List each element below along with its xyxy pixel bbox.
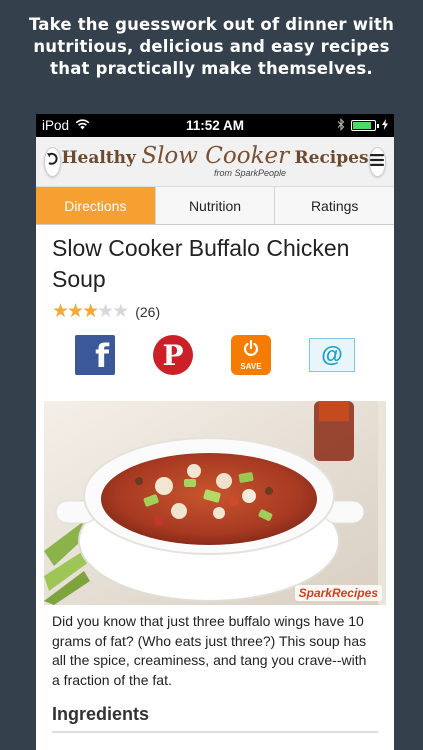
power-icon <box>243 339 259 361</box>
logo-word-slow-cooker: Slow Cooker <box>141 143 290 169</box>
rating-count: (26) <box>135 303 161 320</box>
save-label: SAVE <box>240 361 262 371</box>
sparkrecipes-watermark: SparkRecipes <box>294 585 382 601</box>
share-bar: f P SAVE @ <box>52 335 378 375</box>
app-header: Healthy Slow Cooker Recipes from SparkPe… <box>36 137 394 187</box>
facebook-icon: f <box>95 337 109 375</box>
star-filled-icon: ★ <box>82 301 99 322</box>
email-icon: @ <box>321 342 343 367</box>
battery-fill <box>353 122 371 129</box>
hamburger-menu-icon <box>370 153 385 171</box>
email-share-button[interactable]: @ <box>309 338 355 372</box>
back-arrow-icon <box>46 152 60 171</box>
back-button[interactable] <box>44 146 62 177</box>
tab-ratings[interactable]: Ratings <box>274 187 394 224</box>
rating-row: ★★★★★ (26) <box>52 302 378 321</box>
bluetooth-icon <box>337 117 345 134</box>
promo-line-3: that practically make themselves. <box>50 59 373 78</box>
recipe-tabs: Directions Nutrition Ratings <box>36 187 394 225</box>
facebook-share-button[interactable]: f <box>75 335 115 375</box>
carrier-label: iPod <box>42 118 70 133</box>
logo-subtitle: from SparkPeople <box>213 168 287 178</box>
recipe-title: Slow Cooker Buffalo Chicken Soup <box>52 235 350 292</box>
promo-text: Take the guesswork out of dinner with nu… <box>0 14 423 80</box>
status-bar: iPod 11:52 AM <box>36 114 394 137</box>
logo-word-recipes: Recipes <box>294 148 369 168</box>
wifi-icon <box>75 118 90 133</box>
menu-button[interactable] <box>368 146 386 177</box>
ingredients-heading: Ingredients <box>52 704 378 733</box>
tab-directions[interactable]: Directions <box>36 187 155 224</box>
app-logo: Healthy Slow Cooker Recipes from SparkPe… <box>61 145 368 178</box>
star-filled-icon: ★ <box>67 301 84 322</box>
tab-nutrition[interactable]: Nutrition <box>154 187 275 224</box>
star-rating[interactable]: ★★★★★ <box>52 301 129 322</box>
pinterest-icon: P <box>162 338 184 372</box>
soup-bowl-illustration <box>44 401 378 605</box>
star-filled-icon: ★ <box>52 301 69 322</box>
battery-icon <box>351 120 379 131</box>
star-empty-icon: ★ <box>112 301 129 322</box>
charging-icon <box>382 118 388 133</box>
recipe-content: Slow Cooker Buffalo Chicken Soup ★★★★★ (… <box>36 233 394 375</box>
pinterest-share-button[interactable]: P <box>153 335 193 375</box>
promo-line-2: nutritious, delicious and easy recipes <box>33 37 390 56</box>
recipe-description: Did you know that just three buffalo win… <box>52 613 367 688</box>
logo-word-healthy: Healthy <box>61 148 136 168</box>
save-recipe-button[interactable]: SAVE <box>231 335 271 375</box>
recipe-photo: SparkRecipes <box>44 401 386 605</box>
promo-line-1: Take the guesswork out of dinner with <box>28 15 395 34</box>
phone-screen: iPod 11:52 AM Healthy Slow Cooker Recipe… <box>36 114 394 750</box>
star-empty-icon: ★ <box>97 301 114 322</box>
